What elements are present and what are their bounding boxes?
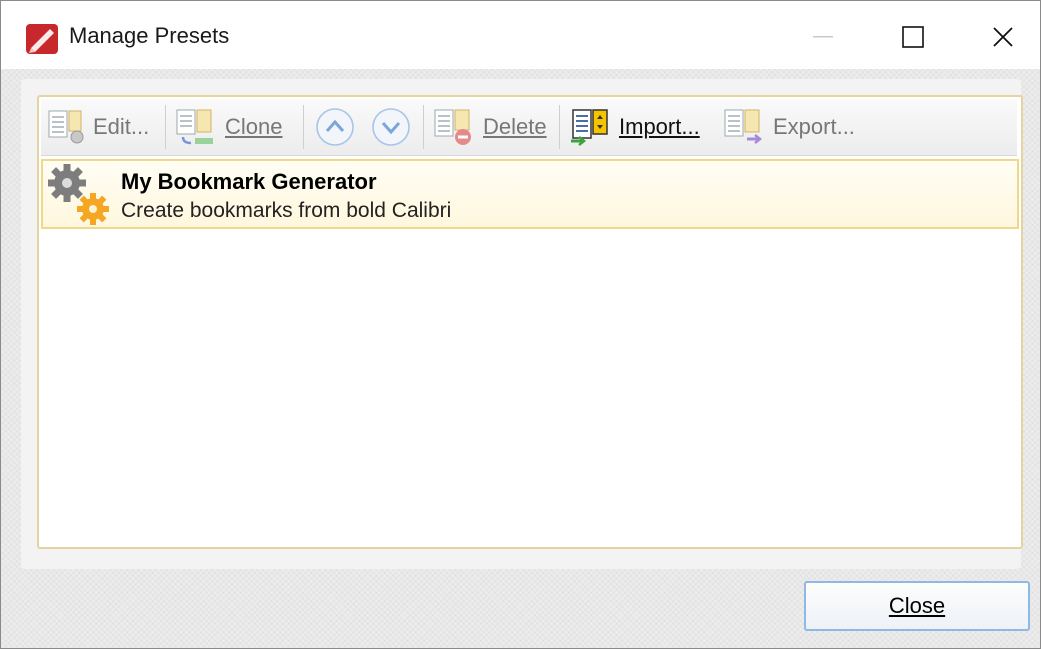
delete-label: Delete — [483, 114, 547, 140]
export-preset-icon — [724, 109, 763, 144]
import-label-text: Import... — [619, 114, 700, 139]
preset-name: My Bookmark Generator — [121, 169, 377, 194]
toolbar-separator — [423, 105, 424, 149]
close-button[interactable]: Close — [804, 581, 1030, 631]
presets-toolbar: Edit... Clone Delete Import... Export... — [41, 99, 1017, 156]
delete-button[interactable]: Delete — [433, 107, 547, 147]
maximize-icon — [902, 26, 924, 48]
dialog-body: Edit... Clone Delete Import... Export...… — [1, 69, 1040, 648]
move-up-button[interactable] — [315, 107, 355, 147]
toolbar-separator — [165, 105, 166, 149]
import-preset-icon — [571, 109, 608, 146]
window-close-button[interactable] — [971, 13, 1035, 61]
toolbar-separator — [303, 105, 304, 149]
import-label: Import... — [619, 114, 700, 140]
preset-list-item[interactable]: My Bookmark Generator Create bookmarks f… — [41, 159, 1019, 229]
edit-button[interactable]: Edit... — [47, 107, 149, 147]
clone-label-text: Clone — [225, 114, 283, 139]
close-icon — [993, 27, 1013, 47]
delete-label-text: Delete — [483, 114, 547, 139]
edit-label: Edit... — [93, 114, 150, 139]
export-button[interactable]: Export... — [723, 107, 855, 147]
import-button[interactable]: Import... — [569, 107, 700, 147]
chevron-down-icon — [372, 108, 410, 146]
presets-panel: Edit... Clone Delete Import... Export...… — [21, 79, 1023, 569]
export-label: Export... — [773, 114, 855, 139]
clone-label: Clone — [225, 114, 282, 140]
pdf-editor-icon — [26, 24, 58, 54]
clone-button[interactable]: Clone — [175, 107, 282, 147]
presets-list-frame: Edit... Clone Delete Import... Export...… — [37, 95, 1023, 549]
toolbar-separator — [559, 105, 560, 149]
manage-presets-dialog: Manage Presets Edit... Clone Delete Impo… — [0, 0, 1041, 649]
title-bar[interactable]: Manage Presets — [1, 1, 1040, 69]
preset-description: Create bookmarks from bold Calibri — [121, 199, 452, 222]
minimize-icon — [813, 36, 833, 38]
chevron-up-icon — [316, 108, 354, 146]
delete-preset-icon — [434, 109, 471, 145]
maximize-button[interactable] — [881, 13, 945, 61]
minimize-button[interactable] — [791, 13, 855, 61]
gears-icon — [48, 164, 109, 225]
edit-preset-icon — [48, 110, 84, 144]
move-down-button[interactable] — [371, 107, 411, 147]
clone-preset-icon — [176, 109, 213, 145]
close-button-label: Close — [888, 593, 946, 618]
window-title: Manage Presets — [69, 23, 230, 48]
